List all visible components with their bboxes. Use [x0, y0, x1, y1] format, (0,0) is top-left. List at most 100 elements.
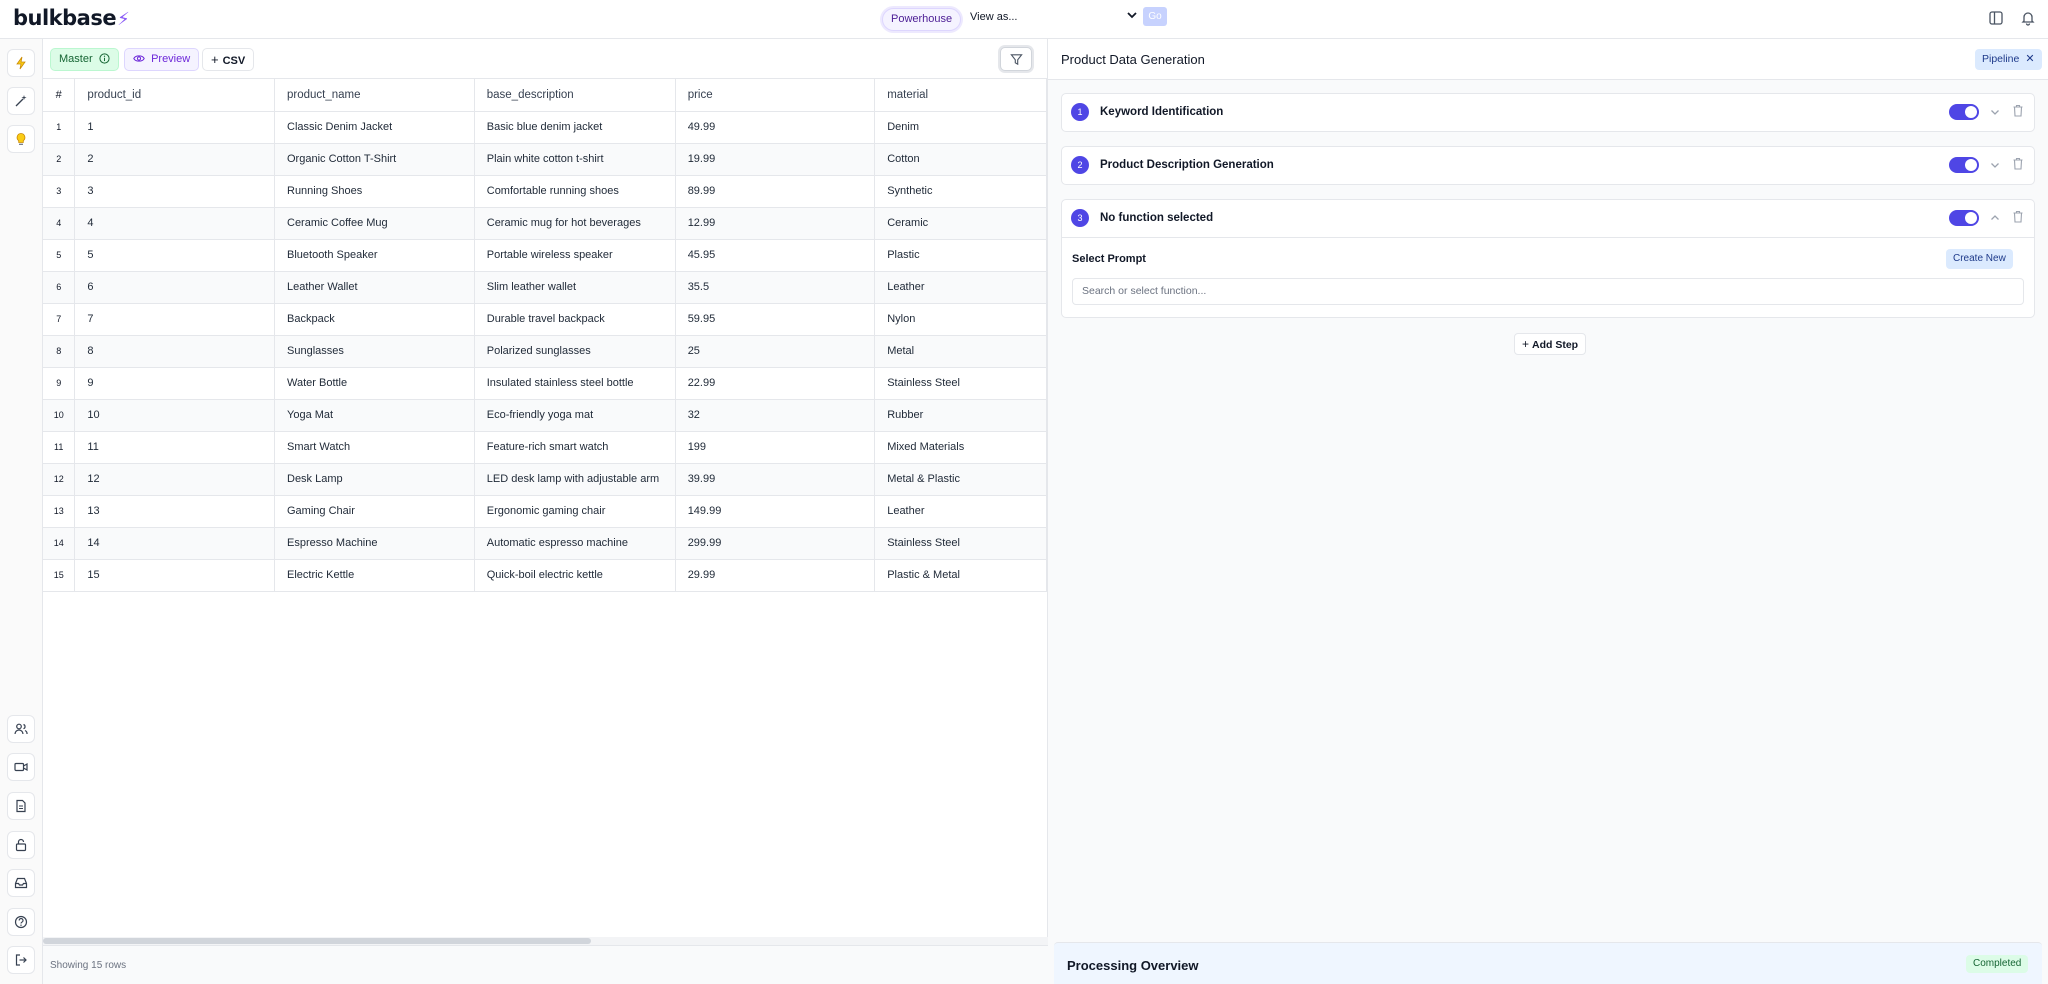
- table-cell-base_description[interactable]: Insulated stainless steel bottle: [474, 367, 676, 400]
- table-cell-price[interactable]: 19.99: [675, 143, 876, 176]
- table-cell-material[interactable]: Metal: [874, 335, 1047, 368]
- table-cell-material[interactable]: Ceramic: [874, 207, 1047, 240]
- table-row[interactable]: 2 2 Organic Cotton T-Shirt Plain white cott…: [43, 143, 1047, 176]
- table-cell-product_id[interactable]: 2: [74, 143, 275, 176]
- table-row[interactable]: 14 14 Espresso Machine Automatic espresso m…: [43, 527, 1047, 560]
- table-cell-material[interactable]: Mixed Materials: [874, 431, 1047, 464]
- column-header[interactable]: base_description: [474, 79, 676, 112]
- rail-wand-button[interactable]: [7, 87, 35, 115]
- table-cell-product_name[interactable]: Organic Cotton T-Shirt: [274, 143, 475, 176]
- pipeline-chip[interactable]: Pipeline ✕: [1975, 49, 2042, 70]
- table-cell-base_description[interactable]: Quick-boil electric kettle: [474, 559, 676, 592]
- table-row[interactable]: 7 7 Backpack Durable travel backpack 59.95 Ny…: [43, 303, 1047, 336]
- step-toggle[interactable]: [1949, 210, 1979, 226]
- step-toggle[interactable]: [1949, 157, 1979, 173]
- table-cell-price[interactable]: 149.99: [675, 495, 876, 528]
- trash-icon[interactable]: [2012, 104, 2024, 117]
- table-cell-product_name[interactable]: Backpack: [274, 303, 475, 336]
- trash-icon[interactable]: [2012, 157, 2024, 170]
- column-header[interactable]: #: [43, 79, 76, 112]
- function-search-input[interactable]: Search or select function...: [1072, 278, 2024, 305]
- rail-lightbulb-button[interactable]: [7, 125, 35, 153]
- table-cell-material[interactable]: Plastic: [874, 239, 1047, 272]
- table-row[interactable]: 11 11 Smart Watch Feature-rich smart watch 1…: [43, 431, 1047, 464]
- table-cell-base_description[interactable]: Feature-rich smart watch: [474, 431, 676, 464]
- table-cell-product_name[interactable]: Leather Wallet: [274, 271, 475, 304]
- master-button[interactable]: Master: [50, 48, 119, 71]
- table-cell-base_description[interactable]: Slim leather wallet: [474, 271, 676, 304]
- add-step-button[interactable]: + Add Step: [1514, 333, 1587, 355]
- table-row[interactable]: 10 10 Yoga Mat Eco-friendly yoga mat 32 Rubbe…: [43, 399, 1047, 432]
- table-cell-price[interactable]: 89.99: [675, 175, 876, 208]
- step-toggle[interactable]: [1949, 104, 1979, 120]
- table-row[interactable]: 13 13 Gaming Chair Ergonomic gaming chair 14…: [43, 495, 1047, 528]
- step-header[interactable]: 3 No function selected: [1062, 200, 2034, 237]
- column-header[interactable]: price: [675, 79, 876, 112]
- table-cell-base_description[interactable]: Ergonomic gaming chair: [474, 495, 676, 528]
- table-cell-product_name[interactable]: Bluetooth Speaker: [274, 239, 475, 272]
- table-cell-price[interactable]: 199: [675, 431, 876, 464]
- table-cell-base_description[interactable]: Basic blue denim jacket: [474, 111, 676, 144]
- table-cell-price[interactable]: 59.95: [675, 303, 876, 336]
- table-cell-product_id[interactable]: 15: [74, 559, 275, 592]
- scrollbar-thumb[interactable]: [43, 938, 591, 944]
- chevron-down-icon[interactable]: [1989, 158, 2001, 170]
- rail-lock-button[interactable]: [7, 831, 35, 859]
- pipeline-step-1[interactable]: 1 Keyword Identification: [1061, 93, 2035, 132]
- table-row[interactable]: 3 3 Running Shoes Comfortable running shoes…: [43, 175, 1047, 208]
- trash-icon[interactable]: [2012, 210, 2024, 223]
- table-row[interactable]: 6 6 Leather Wallet Slim leather wallet 35.5 L…: [43, 271, 1047, 304]
- table-cell-product_id[interactable]: 8: [74, 335, 275, 368]
- csv-button[interactable]: + CSV: [202, 48, 255, 71]
- table-cell-product_name[interactable]: Classic Denim Jacket: [274, 111, 475, 144]
- table-row[interactable]: 1 1 Classic Denim Jacket Basic blue denim j…: [43, 111, 1047, 144]
- table-cell-material[interactable]: Cotton: [874, 143, 1047, 176]
- table-cell-price[interactable]: 25: [675, 335, 876, 368]
- table-cell-material[interactable]: Stainless Steel: [874, 367, 1047, 400]
- table-cell-product_id[interactable]: 4: [74, 207, 275, 240]
- table-cell-material[interactable]: Plastic & Metal: [874, 559, 1047, 592]
- pipeline-step-2[interactable]: 2 Product Description Generation: [1061, 146, 2035, 185]
- table-row[interactable]: 12 12 Desk Lamp LED desk lamp with adjustab…: [43, 463, 1047, 496]
- view-as-select[interactable]: View as...: [970, 6, 1138, 28]
- table-cell-price[interactable]: 29.99: [675, 559, 876, 592]
- table-cell-product_name[interactable]: Water Bottle: [274, 367, 475, 400]
- table-cell-base_description[interactable]: Plain white cotton t-shirt: [474, 143, 676, 176]
- table-cell-product_id[interactable]: 11: [74, 431, 275, 464]
- rail-users-button[interactable]: [7, 715, 35, 743]
- preview-button[interactable]: Preview: [124, 48, 200, 71]
- table-cell-price[interactable]: 45.95: [675, 239, 876, 272]
- table-cell-product_name[interactable]: Gaming Chair: [274, 495, 475, 528]
- go-button[interactable]: Go: [1143, 7, 1167, 26]
- table-row[interactable]: 8 8 Sunglasses Polarized sunglasses 25 Metal: [43, 335, 1047, 368]
- table-cell-product_id[interactable]: 9: [74, 367, 275, 400]
- table-cell-product_name[interactable]: Espresso Machine: [274, 527, 475, 560]
- create-new-button[interactable]: Create New: [1946, 249, 2013, 269]
- column-header[interactable]: product_name: [274, 79, 475, 112]
- column-header[interactable]: material: [874, 79, 1047, 112]
- table-cell-product_name[interactable]: Electric Kettle: [274, 559, 475, 592]
- table-cell-base_description[interactable]: Ceramic mug for hot beverages: [474, 207, 676, 240]
- close-icon[interactable]: ✕: [2025, 53, 2034, 65]
- table-cell-base_description[interactable]: Durable travel backpack: [474, 303, 676, 336]
- horizontal-scrollbar[interactable]: [43, 937, 1048, 945]
- table-cell-material[interactable]: Leather: [874, 495, 1047, 528]
- table-cell-product_name[interactable]: Desk Lamp: [274, 463, 475, 496]
- rail-document-button[interactable]: [7, 792, 35, 820]
- table-cell-material[interactable]: Denim: [874, 111, 1047, 144]
- table-cell-product_id[interactable]: 6: [74, 271, 275, 304]
- table-cell-base_description[interactable]: Portable wireless speaker: [474, 239, 676, 272]
- table-cell-product_name[interactable]: Ceramic Coffee Mug: [274, 207, 475, 240]
- table-cell-product_id[interactable]: 1: [74, 111, 275, 144]
- table-row[interactable]: 9 9 Water Bottle Insulated stainless steel …: [43, 367, 1047, 400]
- chevron-up-icon[interactable]: [1989, 211, 2001, 223]
- panel-icon[interactable]: [1988, 10, 2006, 28]
- rail-logout-button[interactable]: [7, 946, 35, 974]
- workspace-pill[interactable]: Powerhouse: [882, 8, 962, 31]
- table-row[interactable]: 4 4 Ceramic Coffee Mug Ceramic mug for hot …: [43, 207, 1047, 240]
- table-cell-product_id[interactable]: 14: [74, 527, 275, 560]
- step-header[interactable]: 2 Product Description Generation: [1062, 147, 2034, 184]
- table-cell-product_id[interactable]: 5: [74, 239, 275, 272]
- table-cell-material[interactable]: Stainless Steel: [874, 527, 1047, 560]
- table-cell-price[interactable]: 22.99: [675, 367, 876, 400]
